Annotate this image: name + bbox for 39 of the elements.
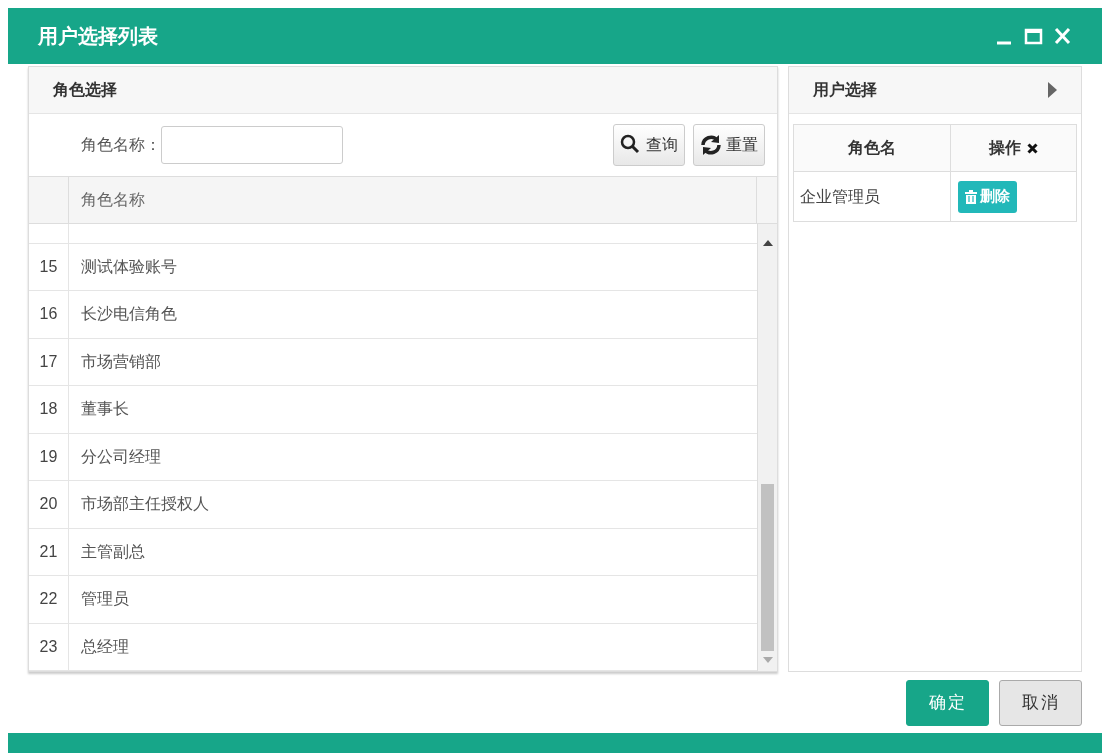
column-header: 角色名称 [81, 190, 145, 210]
scrollbar[interactable] [757, 224, 778, 671]
row-number: 22 [39, 589, 58, 610]
trash-icon [965, 189, 978, 204]
table-cell[interactable]: 董事长 [81, 397, 129, 422]
row-number: 20 [39, 494, 58, 515]
column-header: 角色名 [848, 138, 897, 158]
table-cell[interactable]: 市场营销部 [81, 349, 161, 374]
row-number: 17 [39, 351, 58, 372]
row-number: 18 [39, 399, 58, 420]
column-header: 操作 [989, 138, 1022, 158]
panel-title: 用户选择 [813, 80, 878, 100]
row-number: 21 [39, 541, 58, 562]
table-cell[interactable]: 长沙电信角色 [81, 302, 177, 327]
cancel-button[interactable]: 取消 [999, 680, 1082, 726]
scroll-down-icon[interactable] [762, 657, 773, 663]
reset-button[interactable]: 重置 [693, 124, 766, 166]
field-label: 角色名称： [81, 135, 161, 155]
scroll-thumb[interactable] [761, 484, 775, 651]
scroll-up-icon[interactable] [762, 240, 773, 246]
role-name-field[interactable] [161, 126, 343, 164]
table-cell[interactable]: 测试体验账号 [81, 254, 177, 279]
table-cell-text: 企业管理员 [800, 186, 881, 207]
maximize-icon[interactable] [1024, 26, 1043, 46]
panel-title: 角色选择 [53, 80, 117, 100]
row-number: 23 [39, 636, 58, 657]
table-cell[interactable]: 市场部主任授权人 [81, 492, 209, 517]
search-button[interactable]: 查询 [613, 124, 686, 166]
row-number: 15 [39, 256, 58, 277]
table-cell[interactable]: 分公司经理 [81, 444, 161, 469]
table-cell[interactable]: 管理员 [81, 587, 129, 612]
table-cell[interactable]: 主管副总 [81, 539, 145, 564]
close-icon[interactable] [1027, 142, 1039, 154]
row-number: 16 [39, 304, 58, 325]
refresh-icon [700, 134, 723, 156]
window-title: 用户选择列表 [38, 24, 158, 49]
collapse-arrow-icon[interactable] [1048, 82, 1057, 98]
row-number: 19 [39, 446, 58, 467]
table-cell[interactable]: 总经理 [81, 634, 129, 659]
